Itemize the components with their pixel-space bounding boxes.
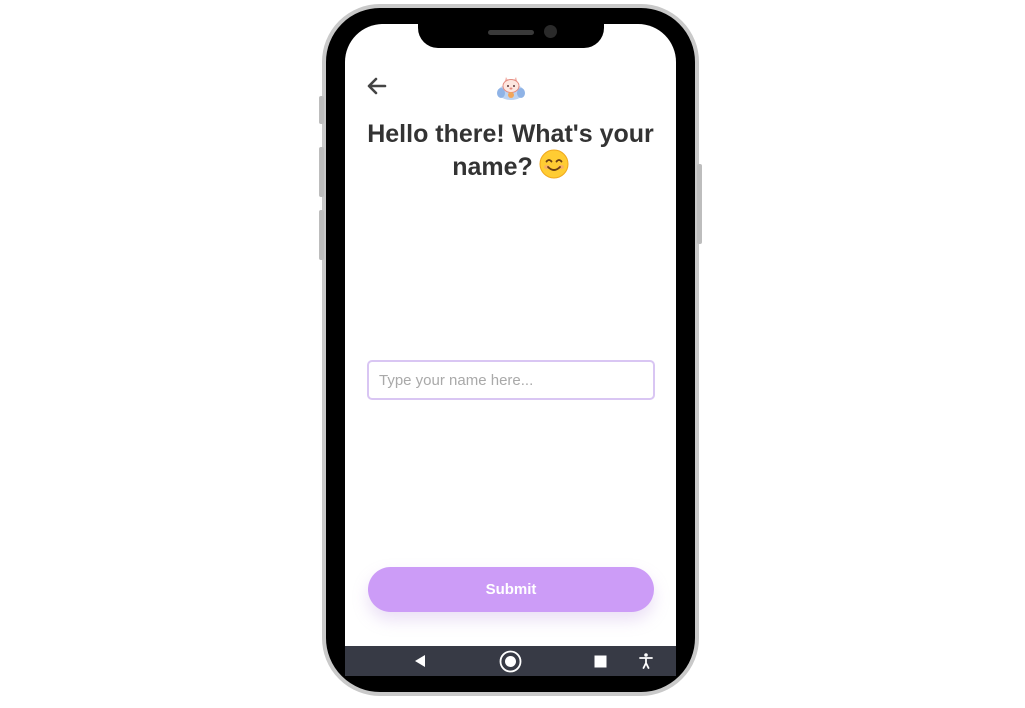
- phone-volume-up: [319, 147, 324, 197]
- name-input[interactable]: [367, 360, 655, 400]
- nav-home-button[interactable]: [499, 650, 522, 673]
- phone-camera: [544, 25, 557, 38]
- submit-button[interactable]: Submit: [368, 567, 654, 612]
- app-screen: Hello there! What's your name? Submit: [345, 24, 676, 676]
- page-title: Hello there! What's your name?: [361, 120, 660, 186]
- app-logo: [496, 75, 526, 101]
- cat-mascot-icon: [497, 77, 525, 100]
- stage: Hello there! What's your name? Submit: [0, 0, 1025, 708]
- back-button[interactable]: [365, 74, 389, 98]
- nav-back-button[interactable]: [413, 654, 427, 668]
- phone-mute-switch: [319, 96, 324, 124]
- phone-speaker: [488, 30, 534, 35]
- page-title-text: Hello there! What's your name?: [367, 120, 654, 181]
- phone-volume-down: [319, 210, 324, 260]
- system-nav-bar: [345, 646, 676, 676]
- back-triangle-icon: [415, 655, 425, 667]
- recents-square-icon: [594, 655, 607, 668]
- phone-power-button: [697, 164, 702, 244]
- accessibility-icon: [639, 653, 653, 669]
- nav-recents-button[interactable]: [594, 655, 607, 668]
- arrow-left-icon: [367, 77, 387, 95]
- smiling-face-icon: [539, 149, 569, 186]
- nav-accessibility-button[interactable]: [639, 653, 653, 669]
- home-circle-icon: [499, 650, 522, 673]
